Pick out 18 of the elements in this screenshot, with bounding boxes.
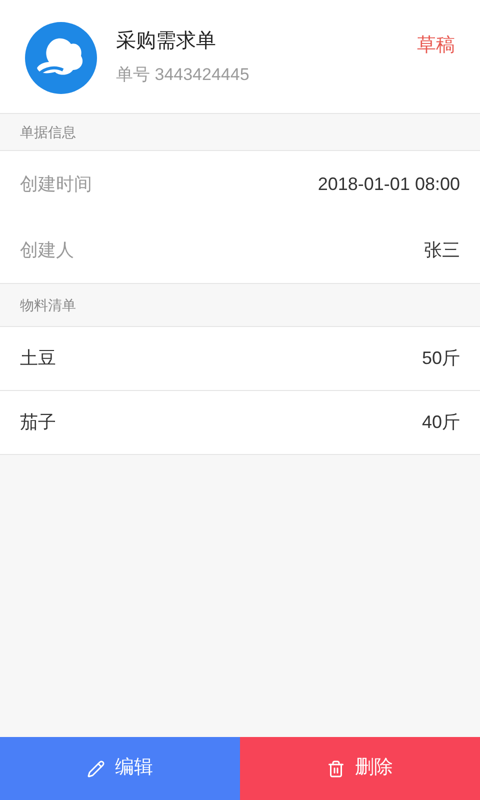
material-quantity: 40斤 [422,411,460,434]
material-name: 茄子 [20,411,56,434]
field-label: 创建时间 [20,172,92,196]
field-value: 2018-01-01 08:00 [318,172,460,196]
field-value: 张三 [424,238,460,262]
status-label: 草稿 [417,34,455,58]
form-number: 单号 3443424445 [116,64,250,86]
section-title: 单据信息 [20,122,76,142]
delete-button[interactable]: 删除 [240,737,480,800]
form-title: 采购需求单 [116,29,217,54]
field-label: 创建人 [20,238,74,262]
trash-icon [327,760,345,778]
pencil-icon [87,760,105,778]
section-title: 物料清单 [20,296,76,314]
material-quantity: 50斤 [422,347,460,370]
app-logo [25,22,97,94]
material-name: 土豆 [20,347,56,370]
edit-button[interactable]: 编辑 [0,737,240,800]
